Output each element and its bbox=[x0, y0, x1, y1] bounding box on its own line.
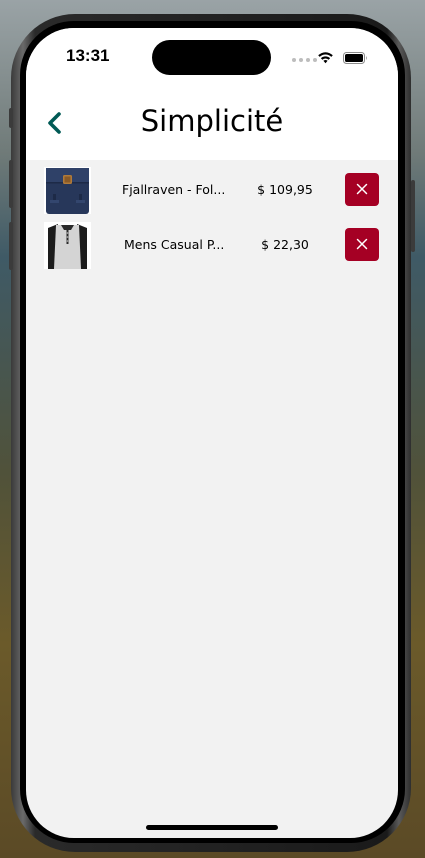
backpack-image bbox=[44, 167, 91, 214]
power-button bbox=[411, 180, 415, 252]
status-time: 13:31 bbox=[66, 46, 110, 65]
volume-up-button bbox=[9, 160, 13, 208]
home-indicator[interactable] bbox=[146, 825, 278, 830]
cart-item: Mens Casual P... $ 22,30 bbox=[26, 219, 398, 274]
product-name: Fjallraven - Fol... bbox=[122, 182, 226, 197]
signal-icon bbox=[292, 58, 317, 62]
shirt-image bbox=[44, 222, 91, 269]
cart-item: Fjallraven - Fol... $ 109,95 bbox=[26, 164, 398, 219]
app-screen: 13:31 Simplicité Fjallraven - Fol... $ 1… bbox=[26, 28, 398, 838]
product-name: Mens Casual P... bbox=[124, 237, 225, 252]
wifi-icon bbox=[318, 52, 333, 64]
product-price: $ 22,30 bbox=[261, 237, 309, 252]
remove-item-button[interactable] bbox=[345, 228, 379, 261]
volume-down-button bbox=[9, 222, 13, 270]
cart-list: Fjallraven - Fol... $ 109,95 Mens Casual… bbox=[26, 164, 398, 274]
status-bar: 13:31 bbox=[26, 28, 398, 88]
close-icon bbox=[356, 238, 368, 250]
dynamic-island bbox=[152, 40, 271, 75]
action-button bbox=[9, 108, 13, 128]
app-header: Simplicité bbox=[26, 88, 398, 160]
close-icon bbox=[356, 183, 368, 195]
page-title: Simplicité bbox=[140, 104, 284, 138]
product-price: $ 109,95 bbox=[257, 182, 313, 197]
battery-icon bbox=[343, 52, 367, 64]
remove-item-button[interactable] bbox=[345, 173, 379, 206]
